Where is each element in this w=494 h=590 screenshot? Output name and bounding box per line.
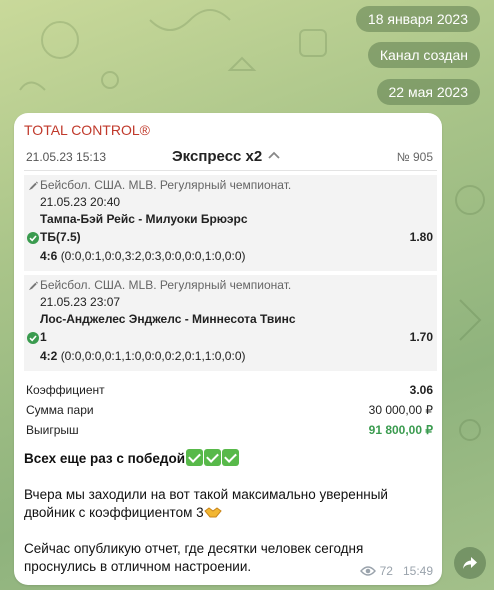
event-teams: Тампа-Бэй Рейс - Милуоки Брюэрс — [40, 212, 248, 226]
event-odd: 1.80 — [409, 230, 433, 244]
event-score-detail: (0:0,0:0,0:1,1:0,0:0,0:2,0:1,1:0,0:0) — [60, 349, 246, 363]
event-odd: 1.70 — [409, 330, 433, 344]
bet-card: 21.05.23 15:13 Экспресс x2 № 905 Бейсбол… — [24, 143, 437, 371]
bet-number: № 905 — [396, 150, 433, 164]
channel-created-pill: Канал создан — [367, 42, 480, 68]
message-meta: 72 15:49 — [359, 564, 433, 578]
date-pill: 22 мая 2023 — [376, 79, 480, 105]
date-pill: 18 января 2023 — [355, 6, 480, 32]
share-button[interactable] — [454, 547, 486, 579]
check-circle-icon — [27, 232, 39, 244]
event-row: Бейсбол. США. MLB. Регулярный чемпионат.… — [24, 275, 437, 371]
stake-value: 30 000,00 ₽ — [368, 403, 433, 417]
stake-label: Сумма пари — [26, 403, 94, 417]
event-time: 21.05.23 20:40 — [40, 195, 121, 209]
bet-summary: Коэффициент 3.06 Сумма пари 30 000,00 ₽ … — [24, 381, 437, 441]
bet-card-header: 21.05.23 15:13 Экспресс x2 № 905 — [24, 143, 437, 171]
summary-row-coef: Коэффициент 3.06 — [24, 381, 437, 401]
chevron-up-icon — [268, 151, 280, 159]
check-mark-icon — [222, 449, 240, 466]
event-score-final: 4:6 — [40, 249, 58, 263]
event-pick: 1 — [40, 330, 47, 344]
coef-label: Коэффициент — [26, 383, 105, 397]
check-mark-icon — [186, 449, 204, 466]
message-line: Вчера мы заходили на вот такой максималь… — [24, 486, 429, 522]
event-score-final: 4:2 — [40, 349, 58, 363]
eye-icon — [359, 566, 376, 576]
bet-title: Экспресс x2 — [172, 148, 263, 165]
event-league: Бейсбол. США. MLB. Регулярный чемпионат. — [40, 278, 292, 292]
share-arrow-icon — [463, 557, 477, 569]
view-count: 72 — [379, 564, 393, 578]
message-time: 15:49 — [402, 564, 433, 578]
event-league: Бейсбол. США. MLB. Регулярный чемпионат. — [40, 178, 292, 192]
check-circle-icon — [27, 332, 39, 344]
coef-value: 3.06 — [409, 383, 433, 397]
win-value: 91 800,00 ₽ — [368, 423, 433, 437]
bet-date: 21.05.23 15:13 — [26, 150, 107, 164]
event-time: 21.05.23 23:07 — [40, 295, 121, 309]
event-pick: ТБ(7.5) — [40, 230, 81, 244]
pencil-icon — [28, 281, 39, 291]
event-score: 4:2 (0:0,0:0,0:1,1:0,0:0,0:2,0:1,1:0,0:0… — [40, 349, 246, 363]
message-bubble[interactable]: TOTAL CONTROL® 21.05.23 15:13 Экспресс x… — [14, 113, 442, 585]
event-score-detail: (0:0,0:1,0:0,3:2,0:3,0:0,0:0,1:0,0:0) — [60, 249, 246, 263]
pencil-icon — [28, 181, 39, 191]
event-score: 4:6 (0:0,0:1,0:0,3:2,0:3,0:0,0:0,1:0,0:0… — [40, 249, 246, 263]
message-line: Всех еще раз с победой — [24, 449, 429, 468]
message-line-text: Всех еще раз с победой — [24, 451, 186, 466]
handshake-icon — [203, 507, 222, 518]
event-row: Бейсбол. США. MLB. Регулярный чемпионат.… — [24, 175, 437, 271]
summary-row-stake: Сумма пари 30 000,00 ₽ — [24, 401, 437, 421]
channel-name[interactable]: TOTAL CONTROL® — [24, 122, 150, 138]
event-teams: Лос-Анджелес Энджелс - Миннесота Твинс — [40, 312, 296, 326]
summary-row-win: Выигрыш 91 800,00 ₽ — [24, 421, 437, 441]
win-label: Выигрыш — [26, 423, 79, 437]
message-line-text: Сейчас опубликую отчет, где десятки чело… — [24, 541, 364, 574]
check-mark-icon — [204, 449, 222, 466]
